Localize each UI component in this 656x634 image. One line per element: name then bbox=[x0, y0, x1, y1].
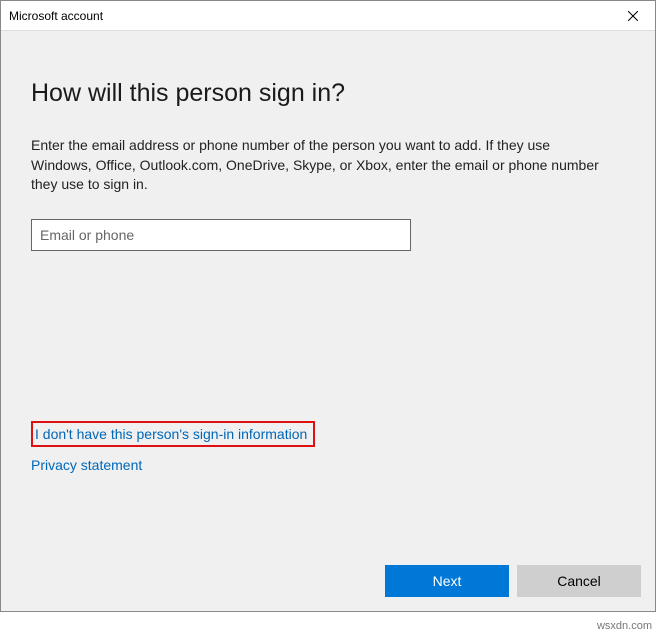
dialog-window: Microsoft account How will this person s… bbox=[0, 0, 656, 612]
close-icon bbox=[628, 11, 638, 21]
page-description: Enter the email address or phone number … bbox=[31, 136, 601, 195]
dialog-content: How will this person sign in? Enter the … bbox=[1, 31, 655, 553]
window-title: Microsoft account bbox=[9, 9, 610, 23]
cancel-button[interactable]: Cancel bbox=[517, 565, 641, 597]
privacy-statement-link[interactable]: Privacy statement bbox=[31, 457, 142, 473]
watermark: wsxdn.com bbox=[597, 620, 652, 632]
no-signin-info-link[interactable]: I don't have this person's sign-in infor… bbox=[31, 421, 315, 447]
page-heading: How will this person sign in? bbox=[31, 79, 625, 108]
next-button[interactable]: Next bbox=[385, 565, 509, 597]
links-section: I don't have this person's sign-in infor… bbox=[31, 421, 315, 483]
close-button[interactable] bbox=[610, 1, 655, 31]
email-or-phone-input[interactable] bbox=[31, 219, 411, 251]
titlebar: Microsoft account bbox=[1, 1, 655, 31]
input-container bbox=[31, 219, 625, 251]
dialog-footer: Next Cancel bbox=[1, 553, 655, 611]
